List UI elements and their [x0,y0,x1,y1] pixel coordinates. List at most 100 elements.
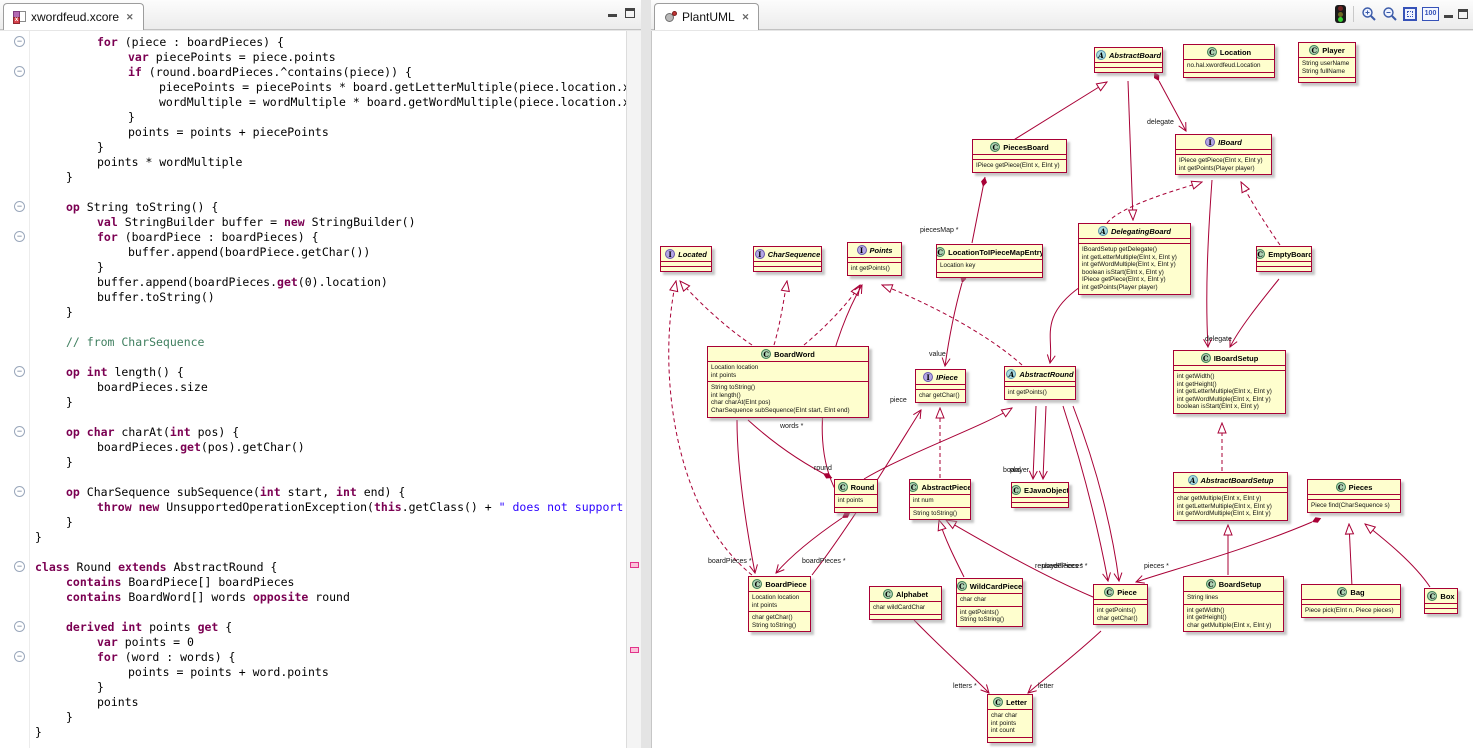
code-line[interactable]: op CharSequence subSequence(int start, i… [31,485,626,500]
code-line[interactable]: } [31,170,626,185]
code-line[interactable]: wordMultiple = wordMultiple * board.getW… [31,95,626,110]
zoom-100-icon[interactable]: 100 [1422,7,1439,21]
code-line[interactable]: for (word : words) { [31,650,626,665]
close-tab-icon[interactable]: ✕ [124,12,134,23]
fold-toggle-icon[interactable]: − [14,366,25,377]
uml-class-Box[interactable]: CBox [1424,588,1458,614]
code-line[interactable]: } [31,710,626,725]
uml-class-EJavaObject[interactable]: CEJavaObject [1011,482,1069,508]
code-line[interactable]: } [31,395,626,410]
overview-annotation-marker[interactable] [630,647,639,653]
fold-toggle-icon[interactable]: − [14,651,25,662]
uml-class-CharSequence[interactable]: ICharSequence [753,246,822,272]
uml-class-Player[interactable]: CPlayerString userNameString fullName [1298,42,1356,83]
pane-sash[interactable] [641,0,651,748]
uml-class-AbstractBoard[interactable]: AAbstractBoard [1094,47,1163,73]
code-line[interactable] [31,320,626,335]
fold-toggle-icon[interactable]: − [14,231,25,242]
uml-class-IBoard[interactable]: IIBoardIPiece getPiece(EInt x, EInt y)in… [1175,134,1272,175]
code-line[interactable]: buffer.append(boardPieces.get(0).locatio… [31,275,626,290]
uml-class-IPiece[interactable]: IIPiecechar getChar() [915,369,966,403]
fold-toggle-icon[interactable]: − [14,486,25,497]
maximize-icon[interactable] [1458,9,1468,19]
fold-toggle-icon[interactable]: − [14,426,25,437]
uml-class-EmptyBoard[interactable]: CEmptyBoard [1256,246,1312,272]
code-line[interactable]: } [31,305,626,320]
uml-class-AbstractBoardSetup[interactable]: AAbstractBoardSetupchar getMultiple(EInt… [1173,472,1288,521]
uml-class-AbstractPiece[interactable]: CAbstractPieceint numString toString() [909,479,971,520]
code-line[interactable]: class Round extends AbstractRound { [31,560,626,575]
code-line[interactable] [31,185,626,200]
minimize-icon[interactable] [608,9,617,17]
code-line[interactable]: derived int points get { [31,620,626,635]
code-line[interactable]: op char charAt(int pos) { [31,425,626,440]
uml-class-PiecesBoard[interactable]: CPiecesBoardIPiece getPiece(EInt x, EInt… [972,139,1067,173]
uml-class-Piece[interactable]: CPieceint getPoints()char getChar() [1093,584,1148,625]
code-line[interactable]: val StringBuilder buffer = new StringBui… [31,215,626,230]
code-line[interactable]: } [31,140,626,155]
code-line[interactable]: piecePoints = piecePoints * board.getLet… [31,80,626,95]
code-line[interactable]: points = points + word.points [31,665,626,680]
fit-to-window-icon[interactable] [1403,7,1417,21]
code-line[interactable] [31,545,626,560]
fold-toggle-icon[interactable]: − [14,621,25,632]
code-line[interactable]: op int length() { [31,365,626,380]
code-editor[interactable]: −−−−−−−−−− for (piece : boardPieces) {va… [0,31,641,748]
code-line[interactable]: buffer.toString() [31,290,626,305]
tab-plantuml[interactable]: PlantUML ✕ [654,3,759,30]
code-line[interactable]: boardPieces.size [31,380,626,395]
uml-class-BoardWord[interactable]: CBoardWordLocation locationint pointsStr… [707,346,869,418]
uml-class-Letter[interactable]: CLetterchar charint pointsint count [987,694,1033,743]
uml-class-Located[interactable]: ILocated [660,246,712,272]
code-line[interactable]: contains BoardWord[] words opposite roun… [31,590,626,605]
fold-toggle-icon[interactable]: − [14,201,25,212]
uml-class-Alphabet[interactable]: CAlphabetchar wildCardChar [869,586,942,620]
uml-class-Round[interactable]: CRoundint points [834,479,878,513]
close-tab-icon[interactable]: ✕ [740,12,750,23]
uml-class-Points[interactable]: IPointsint getPoints() [847,242,902,276]
traffic-light-icon[interactable] [1335,5,1346,23]
minimize-icon[interactable] [1444,10,1453,18]
code-line[interactable]: throw new UnsupportedOperationException(… [31,500,626,515]
uml-class-AbstractRound[interactable]: AAbstractRoundint getPoints() [1004,366,1076,400]
fold-toggle-icon[interactable]: − [14,36,25,47]
code-line[interactable]: var piecePoints = piece.points [31,50,626,65]
code-line[interactable]: } [31,680,626,695]
uml-class-LocationToIPieceMapEntry[interactable]: CLocationToIPieceMapEntryLocation key [936,244,1043,278]
uml-diagram-canvas[interactable]: AAbstractBoard CLocationno.hal.xwordfeud.… [651,31,1473,748]
code-line[interactable]: } [31,455,626,470]
uml-class-DelegatingBoard[interactable]: ADelegatingBoardIBoardSetup getDelegate(… [1078,223,1191,295]
code-line[interactable] [31,470,626,485]
code-line[interactable]: points * wordMultiple [31,155,626,170]
zoom-out-icon[interactable] [1382,6,1398,22]
code-line[interactable]: if (round.boardPieces.^contains(piece)) … [31,65,626,80]
code-line[interactable]: for (piece : boardPieces) { [31,35,626,50]
code-line[interactable]: points [31,695,626,710]
uml-class-Location[interactable]: CLocationno.hal.xwordfeud.Location [1183,44,1275,78]
code-line[interactable] [31,350,626,365]
code-area[interactable]: for (piece : boardPieces) {var piecePoin… [31,31,626,748]
code-line[interactable]: // from CharSequence [31,335,626,350]
code-line[interactable]: buffer.append(boardPiece.getChar()) [31,245,626,260]
tab-xwordfeud-xcore[interactable]: x xwordfeud.xcore ✕ [3,3,144,30]
uml-class-WildCardPiece[interactable]: CWildCardPiecechar charint getPoints()St… [956,578,1023,627]
code-line[interactable]: } [31,725,626,740]
code-line[interactable]: var points = 0 [31,635,626,650]
code-line[interactable]: } [31,530,626,545]
code-line[interactable]: for (boardPiece : boardPieces) { [31,230,626,245]
fold-toggle-icon[interactable]: − [14,561,25,572]
code-line[interactable] [31,410,626,425]
uml-class-Bag[interactable]: CBagPiece pick(EInt n, Piece pieces) [1301,584,1401,618]
code-line[interactable]: boardPieces.get(pos).getChar() [31,440,626,455]
zoom-in-icon[interactable] [1361,6,1377,22]
uml-class-BoardPiece[interactable]: CBoardPieceLocation locationint pointsch… [748,576,811,632]
code-line[interactable] [31,605,626,620]
uml-class-IBoardSetup[interactable]: CIBoardSetupint getWidth()int getHeight(… [1173,350,1286,414]
overview-annotation-marker[interactable] [630,562,639,568]
code-line[interactable]: contains BoardPiece[] boardPieces [31,575,626,590]
code-line[interactable]: op String toString() { [31,200,626,215]
fold-toggle-icon[interactable]: − [14,66,25,77]
maximize-icon[interactable] [625,8,635,18]
code-line[interactable]: } [31,110,626,125]
code-line[interactable]: } [31,515,626,530]
